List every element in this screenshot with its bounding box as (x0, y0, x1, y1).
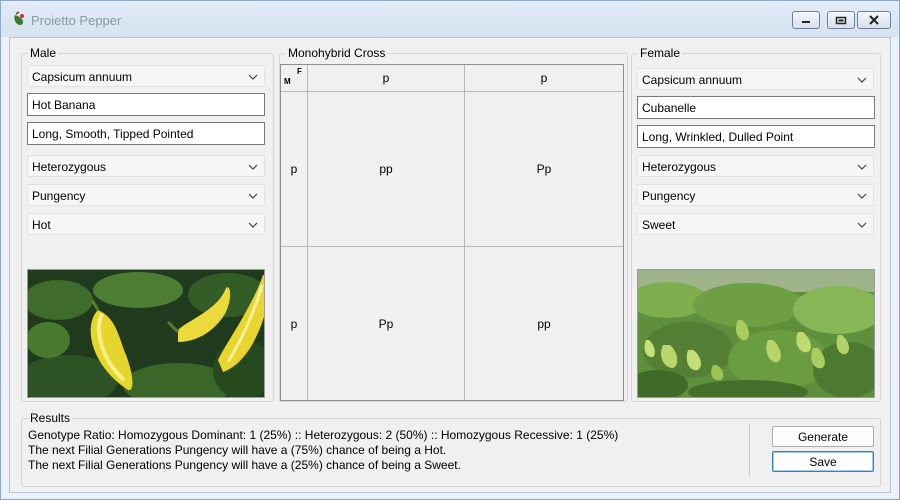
close-icon (869, 15, 879, 25)
genotype-ratio-text: Genotype Ratio: Homozygous Dominant: 1 (… (28, 428, 619, 442)
generate-button[interactable]: Generate (772, 426, 874, 447)
male-allele-header: p (281, 247, 308, 400)
female-zygosity-value: Heterozygous (642, 160, 717, 174)
chevron-down-icon (857, 164, 867, 170)
cross-legend: Monohybrid Cross (288, 46, 386, 60)
male-legend: Male (30, 46, 57, 60)
male-trait-value: Pungency (32, 189, 86, 203)
restore-icon (835, 16, 847, 24)
female-name-input[interactable] (638, 97, 874, 118)
male-name-input[interactable] (28, 94, 264, 115)
app-window: Proietto Pepper Male Capsicum annuum Het… (0, 0, 900, 500)
female-pepper-photo (637, 269, 875, 398)
male-species-select[interactable]: Capsicum annuum (27, 65, 265, 87)
client-area: Male Capsicum annuum Heterozygous Pungen… (9, 37, 891, 493)
save-button[interactable]: Save (772, 451, 874, 472)
chevron-down-icon (248, 74, 258, 80)
results-legend: Results (30, 411, 71, 425)
chevron-down-icon (248, 222, 258, 228)
male-name-field[interactable] (27, 93, 265, 116)
pepper-app-icon (14, 11, 24, 25)
male-trait-select[interactable]: Pungency (27, 184, 265, 206)
female-species-value: Capsicum annuum (642, 73, 743, 87)
male-phenotype-value: Hot (32, 218, 51, 232)
female-phenotype-value: Sweet (642, 218, 676, 232)
male-description-input[interactable] (28, 123, 264, 144)
corner-female-label: F (297, 67, 302, 76)
female-phenotype-select[interactable]: Sweet (637, 213, 874, 235)
genotype-cell: Pp (308, 247, 465, 400)
female-description-field[interactable] (637, 125, 875, 148)
results-divider (749, 424, 750, 476)
chevron-down-icon (857, 222, 867, 228)
genotype-cell: pp (537, 316, 551, 331)
sweet-chance-text: The next Filial Generations Pungency wil… (28, 458, 461, 472)
minimize-button[interactable] (792, 11, 820, 29)
female-allele-header: p (308, 65, 465, 92)
chevron-down-icon (857, 193, 867, 199)
title-bar[interactable]: Proietto Pepper (1, 1, 899, 37)
male-zygosity-value: Heterozygous (32, 160, 107, 174)
genotype-cell: Pp (465, 92, 623, 247)
maximize-button[interactable] (827, 11, 855, 29)
male-allele-header: p (281, 92, 308, 247)
male-zygosity-select[interactable]: Heterozygous (27, 155, 265, 177)
female-zygosity-select[interactable]: Heterozygous (637, 155, 874, 177)
female-legend: Female (640, 46, 681, 60)
female-trait-select[interactable]: Pungency (637, 184, 874, 206)
female-name-field[interactable] (637, 96, 875, 119)
window-title: Proietto Pepper (31, 13, 122, 28)
hot-chance-text: The next Filial Generations Pungency wil… (28, 443, 447, 457)
male-pepper-photo (27, 269, 265, 398)
female-description-input[interactable] (638, 126, 874, 147)
female-species-select[interactable]: Capsicum annuum (637, 68, 874, 90)
male-species-value: Capsicum annuum (32, 70, 133, 84)
minimize-icon (802, 21, 810, 23)
corner-cell: M F (281, 65, 308, 92)
cubanelle-pepper-image (638, 270, 874, 397)
hot-banana-pepper-image (28, 270, 264, 397)
male-phenotype-select[interactable]: Hot (27, 213, 265, 235)
chevron-down-icon (248, 193, 258, 199)
chevron-down-icon (857, 77, 867, 83)
punnett-square: M F p p p pp Pp p Pp pp (280, 64, 624, 401)
corner-male-label: M (284, 77, 291, 86)
close-button[interactable] (857, 11, 891, 29)
female-trait-value: Pungency (642, 189, 696, 203)
male-description-field[interactable] (27, 122, 265, 145)
genotype-cell: pp (308, 92, 465, 247)
chevron-down-icon (248, 164, 258, 170)
female-allele-header: p (465, 65, 623, 92)
